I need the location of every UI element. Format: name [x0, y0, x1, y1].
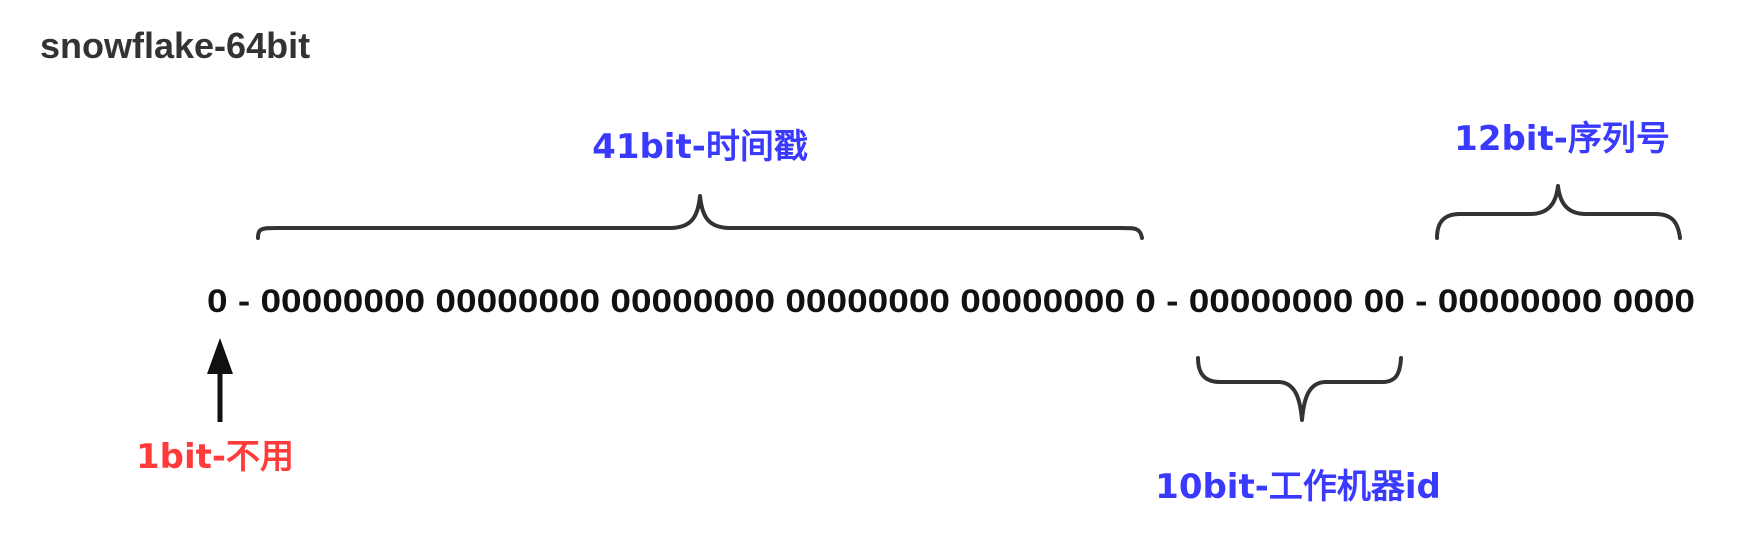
diagram-title: snowflake-64bit: [40, 25, 310, 66]
sign-label: 1bit-不用: [136, 437, 294, 477]
arrow-up-icon: [207, 338, 233, 422]
sequence-brace-icon: [1435, 184, 1682, 240]
sequence-label: 12bit-序列号: [1454, 119, 1670, 159]
timestamp-label: 41bit-时间戳: [592, 127, 808, 167]
worker-id-label: 10bit-工作机器id: [1155, 467, 1441, 507]
timestamp-brace-icon: [256, 194, 1144, 240]
worker-id-brace-icon: [1196, 356, 1403, 422]
snowflake-diagram: snowflake-64bit 41bit-时间戳 12bit-序列号 0 - …: [40, 25, 1695, 507]
bit-string: 0 - 00000000 00000000 00000000 00000000 …: [207, 283, 1695, 319]
